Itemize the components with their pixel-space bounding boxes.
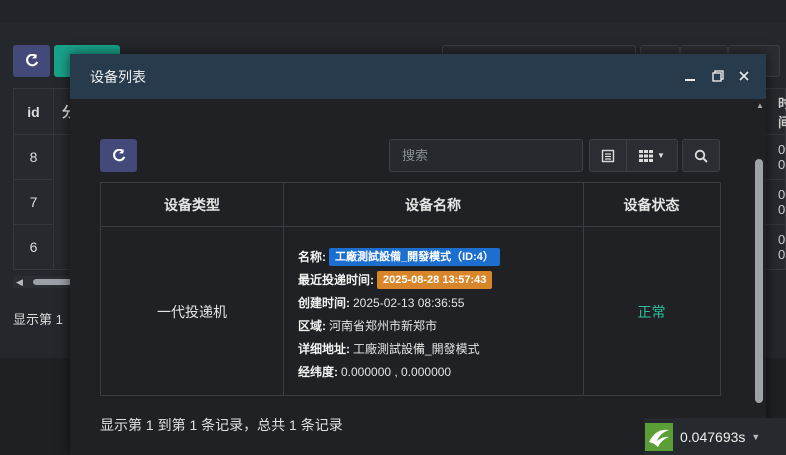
maximize-icon[interactable]	[710, 68, 726, 84]
created-label: 创建时间:	[298, 296, 350, 310]
modal-title: 设备列表	[90, 68, 146, 85]
info-last-delivery-line: 最近投递时间: 2025-08-28 13:57:43	[298, 268, 578, 291]
address-value: 工廠測試設備_開發模式	[353, 342, 480, 356]
bg-refresh-button[interactable]	[13, 45, 50, 77]
search-input[interactable]	[389, 139, 583, 172]
chevron-down-icon[interactable]: ▼	[751, 432, 760, 442]
scroll-thumb[interactable]	[755, 159, 763, 403]
device-list-modal: 设备列表 ▼ 设备类型 设备名称 设备状态 一代投递机 名称:	[70, 54, 766, 455]
list-view-button[interactable]	[589, 139, 627, 172]
search-button[interactable]	[682, 139, 720, 172]
modal-header[interactable]: 设备列表	[70, 54, 766, 99]
timer-value: 0.047693s	[680, 428, 746, 445]
timer-logo-icon	[645, 422, 673, 451]
bg-row-time: 09 0	[766, 135, 786, 180]
info-region-line: 区域: 河南省郑州市新郑市	[298, 314, 578, 337]
close-icon[interactable]	[736, 68, 752, 84]
bg-row-id: 6	[14, 225, 54, 270]
device-table: 设备类型 设备名称 设备状态 一代投递机 名称: 工廠測試設備_開發模式（ID:…	[100, 182, 721, 396]
scroll-left-icon[interactable]: ◀	[16, 276, 23, 288]
name-badge: 工廠測試設備_開發模式（ID:4）	[329, 247, 500, 266]
scroll-up-icon[interactable]: ▲	[756, 101, 764, 110]
grid-columns-icon	[639, 149, 654, 162]
bg-row-time: 09 0	[766, 180, 786, 225]
columns-toggle-button[interactable]: ▼	[626, 139, 678, 172]
name-label: 名称:	[298, 250, 326, 264]
chevron-down-icon: ▼	[657, 151, 665, 160]
top-bar	[0, 0, 786, 22]
address-label: 详细地址:	[298, 342, 350, 356]
region-label: 区域:	[298, 319, 326, 333]
info-created-line: 创建时间: 2025-02-13 08:36:55	[298, 291, 578, 314]
bg-scroll-thumb[interactable]	[33, 279, 73, 285]
refresh-button[interactable]	[100, 139, 137, 172]
page-timer-widget[interactable]: 0.047693s ▼	[644, 418, 786, 455]
table-header: 设备类型 设备名称 设备状态	[101, 183, 720, 227]
refresh-icon	[112, 148, 125, 161]
pagination-info: 显示第 1 到第 1 条记录，总共 1 条记录	[100, 417, 343, 433]
minimize-icon[interactable]	[682, 68, 698, 84]
coords-label: 经纬度:	[298, 365, 338, 379]
bg-row-id: 8	[14, 135, 54, 180]
bg-col-time: 时间	[766, 89, 786, 135]
info-address-line: 详细地址: 工廠測試設備_開發模式	[298, 337, 578, 360]
region-value: 河南省郑州市新郑市	[329, 319, 438, 333]
column-divider	[283, 183, 284, 395]
bg-row-time: 09 0	[766, 225, 786, 270]
bg-col-id: id	[14, 89, 54, 135]
device-type-cell: 一代投递机	[157, 303, 227, 320]
refresh-icon	[25, 54, 38, 67]
list-icon	[601, 149, 615, 162]
vertical-scrollbar[interactable]: ▲	[753, 99, 766, 449]
column-header-type[interactable]: 设备类型	[101, 183, 283, 227]
last-delivery-label: 最近投递时间:	[298, 273, 374, 287]
created-value: 2025-02-13 08:36:55	[353, 295, 465, 310]
info-coords-line: 经纬度: 0.000000 , 0.000000	[298, 360, 578, 383]
last-delivery-badge: 2025-08-28 13:57:43	[377, 270, 493, 289]
bg-footer-text: 显示第 1	[13, 312, 63, 327]
column-header-name[interactable]: 设备名称	[283, 183, 583, 227]
bg-row-id: 7	[14, 180, 54, 225]
bg-horizontal-scrollbar[interactable]: ◀	[13, 276, 73, 288]
device-name-cell: 名称: 工廠測試設備_開發模式（ID:4） 最近投递时间: 2025-08-28…	[298, 245, 578, 383]
info-name-line: 名称: 工廠測試設備_開發模式（ID:4）	[298, 245, 578, 268]
column-header-status[interactable]: 设备状态	[583, 183, 720, 227]
coords-value: 0.000000 , 0.000000	[341, 364, 452, 379]
status-cell: 正常	[637, 303, 666, 320]
search-icon	[694, 149, 708, 163]
